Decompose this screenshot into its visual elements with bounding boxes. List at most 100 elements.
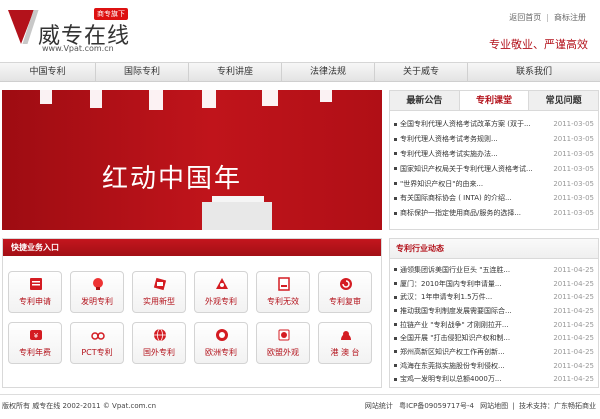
coin-icon: ¥ <box>28 327 44 343</box>
nav-item-laws[interactable]: 法律法规 <box>282 63 375 82</box>
sitemap-link[interactable]: 网站地图 <box>480 402 508 410</box>
quick-entry-2-button[interactable]: 发明专利 <box>70 271 124 313</box>
nav-item-contact[interactable]: 联系我们 <box>468 63 600 82</box>
bullet-icon <box>394 295 397 299</box>
nav-item-china-patent[interactable]: 中国专利 <box>0 63 96 82</box>
list-item-title[interactable]: 商标保护一指定使用商品/服务的选择... <box>400 208 550 218</box>
list-item-date: 2011-04-25 <box>553 361 594 370</box>
stats-link[interactable]: 网站统计 <box>365 402 393 410</box>
quick-entry-panel: 快捷业务入口 专利申请 发明专利 实用新型 外观专利 专利无效 专利复审 ¥ 专利年费 PCT专… <box>2 238 382 388</box>
eu-icon <box>276 327 292 343</box>
list-item-title[interactable]: 国家知识产权局关于专利代理人资格考试... <box>400 164 550 174</box>
list-item[interactable]: 专利代理人资格考试实施办法... 2011-03-05 <box>394 147 594 162</box>
bullet-icon <box>394 211 397 215</box>
list-item-title[interactable]: 有关国际商标协会 ( INTA) 的介绍... <box>400 193 550 203</box>
list-item[interactable]: 商标保护一指定使用商品/服务的选择... 2011-03-05 <box>394 206 594 221</box>
quick-entry-10-button[interactable]: 欧洲专利 <box>194 322 248 364</box>
list-item[interactable]: 郑州高新区知识产权工作再创新... 2011-04-25 <box>394 345 594 359</box>
list-item[interactable]: 鸿海在东莞拟实施股份专利侵权... 2011-04-25 <box>394 359 594 373</box>
main-nav: 中国专利 国际专利 专利讲座 法律法规 关于威专 联系我们 <box>0 62 600 82</box>
home-link[interactable]: 返回首页 <box>509 13 541 22</box>
list-item-title[interactable]: 推动我国专利制度发展需要国际合... <box>400 306 550 316</box>
list-item-date: 2011-03-05 <box>553 194 594 203</box>
nav-item-intl-patent[interactable]: 国际专利 <box>96 63 189 82</box>
list-item[interactable]: "世界知识产权日"的由来... 2011-03-05 <box>394 176 594 191</box>
quick-entry-8-button[interactable]: PCT专利 <box>70 322 124 364</box>
banner-title: 红动中国年 <box>102 164 243 194</box>
quick-entry-7-button[interactable]: ¥ 专利年费 <box>8 322 62 364</box>
list-item-date: 2011-04-25 <box>553 306 594 315</box>
list-item[interactable]: 全国开展 "打击侵犯知识产权和制... 2011-04-25 <box>394 331 594 345</box>
list-item-date: 2011-03-05 <box>553 164 594 173</box>
tech-support: 技术支持：广东畅拓商业 <box>519 402 596 410</box>
tab-latest-notice[interactable]: 最新公告 <box>390 91 460 110</box>
list-item[interactable]: 武汉：1年申请专利1.5万件... 2011-04-25 <box>394 290 594 304</box>
list-item-title[interactable]: 鸿海在东莞拟实施股份专利侵权... <box>400 361 550 371</box>
tab-faq[interactable]: 常见问题 <box>529 91 598 110</box>
list-item-date: 2011-03-05 <box>553 179 594 188</box>
quick-entry-4-button[interactable]: 外观专利 <box>194 271 248 313</box>
list-item-title[interactable]: 厦门：2010年国内专利申请量... <box>400 279 550 289</box>
news-list: 全国专利代理人资格考试改革方案 (双于... 2011-03-05 专利代理人资格考… <box>390 111 598 221</box>
quick-entry-label: 专利无效 <box>267 297 299 306</box>
list-item-title[interactable]: 通领集团诉美国行业巨头 "五连胜... <box>400 265 550 275</box>
industry-news-list: 通领集团诉美国行业巨头 "五连胜... 2011-04-25 厦门：2010年国内专… <box>390 259 598 386</box>
list-item-title[interactable]: "世界知识产权日"的由来... <box>400 179 550 189</box>
list-item-title[interactable]: 拉链产业 "专利战争" 才刚刚拉开... <box>400 320 550 330</box>
list-item-title[interactable]: 郑州高新区知识产权工作再创新... <box>400 347 550 357</box>
list-item[interactable]: 专利代理人资格考试考务规则... 2011-03-05 <box>394 132 594 147</box>
quick-entry-3-button[interactable]: 实用新型 <box>132 271 186 313</box>
list-item-title[interactable]: 专利代理人资格考试实施办法... <box>400 149 550 159</box>
quick-entry-11-button[interactable]: 欧盟外观 <box>256 322 310 364</box>
list-item-date: 2011-04-25 <box>553 265 594 274</box>
quick-entry-1-button[interactable]: 专利申请 <box>8 271 62 313</box>
quick-entry-label: 港 澳 台 <box>330 348 360 357</box>
refresh-icon <box>338 276 354 292</box>
bullet-icon <box>394 282 397 286</box>
nav-item-patent-lecture[interactable]: 专利讲座 <box>189 63 282 82</box>
list-item[interactable]: 通领集团诉美国行业巨头 "五连胜... 2011-04-25 <box>394 263 594 277</box>
list-item[interactable]: 宝鸡一发明专利以总额4000万... 2011-04-25 <box>394 373 594 387</box>
nav-item-about[interactable]: 关于威专 <box>375 63 468 82</box>
quick-entry-12-button[interactable]: 港 澳 台 <box>318 322 372 364</box>
brand-url: www.Vpat.com.cn <box>42 44 114 53</box>
list-item-date: 2011-04-25 <box>553 375 594 384</box>
top-links: 返回首页 | 商标注册 <box>509 12 586 23</box>
quick-entry-label: 发明专利 <box>81 297 113 306</box>
list-item-date: 2011-03-05 <box>553 135 594 144</box>
news-panel: 最新公告 专利课堂 常见问题 全国专利代理人资格考试改革方案 (双于... 201… <box>389 90 599 230</box>
list-item[interactable]: 有关国际商标协会 ( INTA) 的介绍... 2011-03-05 <box>394 191 594 206</box>
list-item[interactable]: 全国专利代理人资格考试改革方案 (双于... 2011-03-05 <box>394 117 594 132</box>
trademark-link[interactable]: 商标注册 <box>554 13 586 22</box>
bullet-icon <box>394 152 397 156</box>
list-item[interactable]: 国家知识产权局关于专利代理人资格考试... 2011-03-05 <box>394 161 594 176</box>
list-item-title[interactable]: 宝鸡一发明专利以总额4000万... <box>400 374 550 384</box>
banner-square <box>320 90 332 102</box>
list-item-title[interactable]: 全国专利代理人资格考试改革方案 (双于... <box>400 119 550 129</box>
list-item-title[interactable]: 全国开展 "打击侵犯知识产权和制... <box>400 333 550 343</box>
quick-entry-6-button[interactable]: 专利复审 <box>318 271 372 313</box>
site-logo[interactable]: 商专旗下 威专在线 www.Vpat.com.cn <box>8 6 168 54</box>
banner-pedestal <box>202 202 272 230</box>
quick-entry-label: 欧盟外观 <box>267 348 299 357</box>
footer: 版权所有 威专在线 2002-2011 © Vpat.com.cn 网站统计 粤… <box>0 394 600 419</box>
list-item[interactable]: 推动我国专利制度发展需要国际合... 2011-04-25 <box>394 304 594 318</box>
promo-banner[interactable]: 红动中国年 <box>2 90 382 230</box>
list-item-date: 2011-03-05 <box>553 209 594 218</box>
icp-link[interactable]: 粤ICP备09059717号-4 <box>399 402 474 410</box>
list-item[interactable]: 厦门：2010年国内专利申请量... 2011-04-25 <box>394 277 594 291</box>
quick-entry-5-button[interactable]: 专利无效 <box>256 271 310 313</box>
bullet-icon <box>394 196 397 200</box>
quick-entry-title: 快捷业务入口 <box>3 239 381 256</box>
banner-square <box>40 90 52 104</box>
list-item[interactable]: 拉链产业 "专利战争" 才刚刚拉开... 2011-04-25 <box>394 318 594 332</box>
quick-entry-label: 专利复审 <box>329 297 361 306</box>
list-item-title[interactable]: 专利代理人资格考试考务规则... <box>400 134 550 144</box>
quick-entry-label: PCT专利 <box>81 348 113 357</box>
copyright: 版权所有 威专在线 2002-2011 © Vpat.com.cn <box>2 402 157 410</box>
list-item-title[interactable]: 武汉：1年申请专利1.5万件... <box>400 292 550 302</box>
quick-entry-9-button[interactable]: 国外专利 <box>132 322 186 364</box>
banner-square <box>90 90 102 108</box>
tab-patent-class[interactable]: 专利课堂 <box>459 91 530 110</box>
quick-entry-label: 国外专利 <box>143 348 175 357</box>
